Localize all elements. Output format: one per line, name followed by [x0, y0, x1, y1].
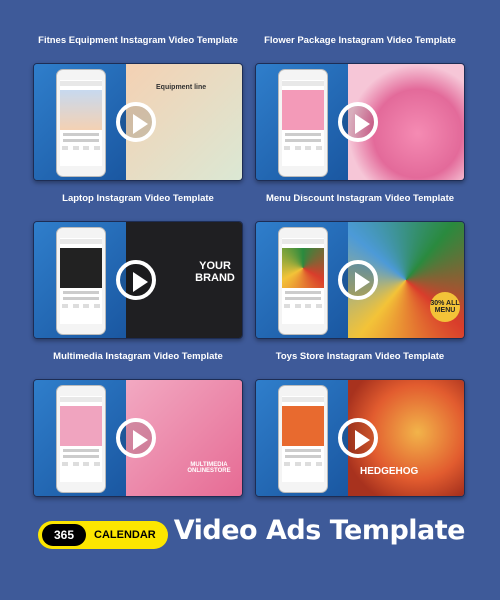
- discount-badge: 30% ALL MENU: [430, 292, 460, 322]
- card-title: Fitnes Equipment Instagram Video Templat…: [38, 35, 238, 46]
- card-title: Toys Store Instagram Video Template: [275, 351, 445, 362]
- phone-mockup: [278, 227, 328, 335]
- play-icon[interactable]: [116, 260, 156, 300]
- video-thumbnail[interactable]: [255, 63, 465, 181]
- play-icon[interactable]: [338, 418, 378, 458]
- video-thumbnail[interactable]: YOUR BRAND: [33, 221, 243, 339]
- card-title: Laptop Instagram Video Template: [62, 193, 214, 204]
- badge-label: CALENDAR: [94, 529, 156, 541]
- play-icon[interactable]: [116, 418, 156, 458]
- play-icon[interactable]: [116, 102, 156, 142]
- badge-number: 365: [42, 524, 86, 546]
- video-thumbnail[interactable]: HEDGEHOG: [255, 379, 465, 497]
- template-grid: Fitnes Equipment Instagram Video Templat…: [33, 36, 465, 510]
- template-card[interactable]: Fitnes Equipment Instagram Video Templat…: [33, 36, 243, 194]
- phone-mockup: [278, 69, 328, 177]
- card-title: Multimedia Instagram Video Template: [53, 351, 223, 362]
- brand-badge: 365 CALENDAR: [38, 521, 168, 549]
- phone-mockup: [278, 385, 328, 493]
- overlay-text: Equipment line: [156, 84, 207, 91]
- play-icon[interactable]: [338, 260, 378, 300]
- template-card[interactable]: Toys Store Instagram Video Template HEDG…: [255, 352, 465, 510]
- card-title: Menu Discount Instagram Video Template: [265, 193, 455, 204]
- video-thumbnail[interactable]: Equipment line: [33, 63, 243, 181]
- template-card[interactable]: Multimedia Instagram Video Template MULT…: [33, 352, 243, 510]
- play-icon[interactable]: [338, 102, 378, 142]
- phone-mockup: [56, 227, 106, 335]
- overlay-text: HEDGEHOG: [360, 466, 419, 477]
- phone-mockup: [56, 385, 106, 493]
- overlay-text: MULTIMEDIA ONLINESTORE: [187, 462, 231, 474]
- footer-title: Video Ads Template: [173, 515, 466, 546]
- video-thumbnail[interactable]: 30% ALL MENU: [255, 221, 465, 339]
- template-card[interactable]: Laptop Instagram Video Template YOUR BRA…: [33, 194, 243, 352]
- phone-mockup: [56, 69, 106, 177]
- card-title: Flower Package Instagram Video Template: [264, 35, 456, 46]
- video-thumbnail[interactable]: MULTIMEDIA ONLINESTORE: [33, 379, 243, 497]
- overlay-text: YOUR BRAND: [195, 260, 235, 284]
- template-card[interactable]: Flower Package Instagram Video Template: [255, 36, 465, 194]
- template-card[interactable]: Menu Discount Instagram Video Template 3…: [255, 194, 465, 352]
